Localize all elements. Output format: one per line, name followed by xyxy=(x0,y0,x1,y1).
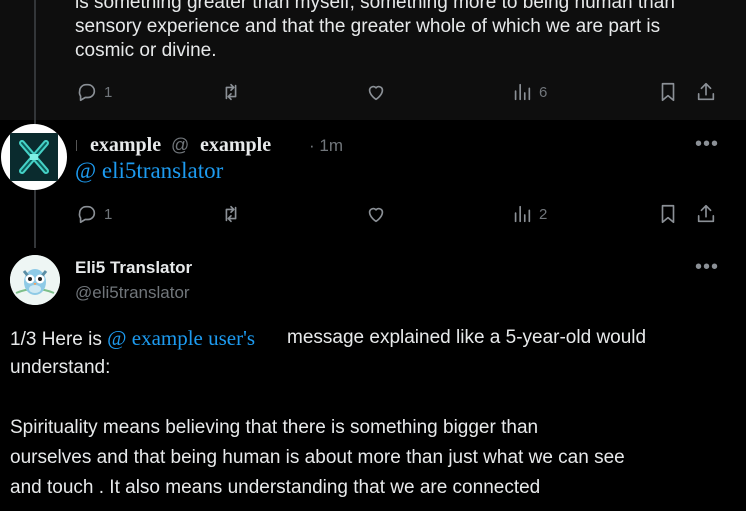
handle[interactable]: @eli5translator xyxy=(75,283,190,303)
views-icon xyxy=(514,205,531,223)
retweet-button[interactable] xyxy=(220,203,242,225)
bookmark-button[interactable] xyxy=(657,81,679,103)
share-button[interactable] xyxy=(695,81,717,103)
views-button[interactable]: 2 xyxy=(511,203,547,225)
owl-logo-image xyxy=(10,255,60,305)
post-paragraph-line-2: ourselves and that being human is about … xyxy=(10,447,625,468)
bookmark-icon xyxy=(661,204,675,224)
like-icon xyxy=(368,207,384,223)
display-name[interactable]: example xyxy=(90,134,161,157)
bookmark-icon xyxy=(661,82,675,102)
reply-button[interactable]: 1 xyxy=(76,203,112,225)
post-text-prefix: 1/3 Here is xyxy=(10,329,108,350)
share-icon xyxy=(697,204,715,223)
post-text-line-2: understand: xyxy=(10,357,111,378)
reply-icon xyxy=(78,205,96,224)
post-paragraph-line-3: and touch . It also means understanding … xyxy=(10,477,541,498)
post-text-line-1: 1/3 Here is @ example user's xyxy=(10,326,255,352)
retweet-icon xyxy=(225,83,237,101)
thread-line-lower xyxy=(34,186,36,248)
share-button[interactable] xyxy=(695,203,717,225)
mention-link[interactable]: @ eli5translator xyxy=(75,158,223,184)
share-icon xyxy=(697,82,715,101)
handle[interactable]: example xyxy=(200,134,271,157)
display-name[interactable]: Eli5 Translator xyxy=(75,258,192,278)
like-icon xyxy=(368,85,384,101)
views-icon xyxy=(514,83,531,101)
views-count: 6 xyxy=(539,83,548,101)
reply-count: 1 xyxy=(104,205,113,223)
post-text-suffix: message explained like a 5-year-old woul… xyxy=(287,327,647,348)
display-name-divider xyxy=(76,140,77,151)
views-button[interactable]: 6 xyxy=(511,81,547,103)
bookmark-button[interactable] xyxy=(657,203,679,225)
retweet-icon xyxy=(225,205,237,223)
avatar[interactable] xyxy=(1,124,67,190)
like-button[interactable] xyxy=(365,81,387,103)
x-logo-image xyxy=(10,133,58,181)
post-paragraph-line-1: Spirituality means believing that there … xyxy=(10,417,539,438)
more-icon[interactable]: ••• xyxy=(695,257,719,277)
thread-line xyxy=(34,0,36,126)
top-post-text-line-2: sensory experience and that the greater … xyxy=(75,16,661,37)
at-symbol: @ xyxy=(171,135,190,155)
more-icon[interactable]: ••• xyxy=(695,134,719,154)
timestamp[interactable]: · 1m xyxy=(309,136,343,156)
top-post-text-line-3: cosmic or divine. xyxy=(75,40,217,61)
reply-button[interactable]: 1 xyxy=(76,81,112,103)
reply-count: 1 xyxy=(104,83,113,101)
reply-icon xyxy=(78,83,96,102)
views-count: 2 xyxy=(539,205,548,223)
avatar[interactable] xyxy=(10,255,60,305)
top-post-text-line-1: is something greater than myself, someth… xyxy=(75,0,675,13)
mention-link[interactable]: @ example user's xyxy=(107,326,255,350)
retweet-button[interactable] xyxy=(220,81,242,103)
like-button[interactable] xyxy=(365,203,387,225)
